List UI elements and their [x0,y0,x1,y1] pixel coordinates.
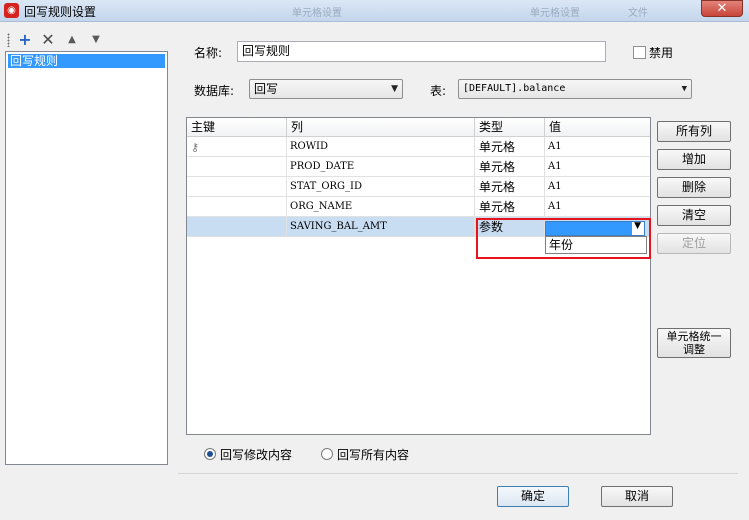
close-icon: ✕ [716,1,728,16]
locate-button[interactable]: 定位 [657,233,731,254]
title-bar: ◉ 回写规则设置 单元格设置 单元格设置 文件 ✕ [0,0,749,22]
toolbar-grip-icon [7,33,10,47]
writeback-all-radio[interactable] [321,448,333,460]
unify-cell-button-line2: 调整 [683,343,705,356]
type-cell[interactable]: 单元格 [475,137,545,157]
chevron-down-icon: ▼ [681,84,687,94]
ok-button[interactable]: 确定 [497,486,569,507]
writeback-modified-radio[interactable] [204,448,216,460]
table-select-value: [DEFAULT].balance [463,83,566,94]
delete-button[interactable]: 删除 [657,177,731,198]
cancel-button[interactable]: 取消 [601,486,673,507]
column-header-key[interactable]: 主键 [187,118,287,137]
key-cell[interactable] [187,217,287,237]
x-icon[interactable]: ✕ [39,31,57,49]
key-cell[interactable] [187,177,287,197]
disable-label: 禁用 [649,46,674,60]
unify-cell-button[interactable]: 单元格统一 调整 [657,328,731,358]
rule-list-item[interactable]: 回写规则 [8,54,165,68]
app-icon: ◉ [4,3,19,18]
field-mapping-table[interactable]: 主键 列 类型 值 ⚷ ROWID 单元格 A1 PROD_DATE 单元格 A… [186,117,651,435]
triangle-down-icon[interactable]: ▼ [87,31,105,49]
all-columns-button[interactable]: 所有列 [657,121,731,142]
background-tab-1: 单元格设置 [292,8,342,19]
column-header-type[interactable]: 类型 [475,118,545,137]
footer-divider [178,473,738,474]
value-cell[interactable]: A1 [545,177,650,197]
window-title: 回写规则设置 [24,5,97,19]
plus-icon[interactable]: + [16,31,34,49]
disable-checkbox[interactable] [633,46,646,59]
column-header-value[interactable]: 值 [545,118,650,137]
column-cell[interactable]: ROWID [287,137,475,157]
key-icon: ⚷ [191,141,200,154]
add-button[interactable]: 增加 [657,149,731,170]
background-tab-3: 文件 [628,8,648,19]
value-cell[interactable]: A1 [545,197,650,217]
highlight-box [476,218,651,259]
value-cell[interactable]: A1 [545,137,650,157]
column-cell[interactable]: PROD_DATE [287,157,475,177]
column-cell[interactable]: SAVING_BAL_AMT [287,217,475,237]
table-select[interactable]: [DEFAULT].balance ▼ [458,79,692,99]
value-cell[interactable]: A1 [545,157,650,177]
name-input[interactable]: 回写规则 [237,41,606,62]
close-button[interactable]: ✕ [701,0,743,17]
triangle-up-icon[interactable]: ▲ [63,31,81,49]
type-cell[interactable]: 单元格 [475,177,545,197]
unify-cell-button-line1: 单元格统一 [666,330,722,343]
writeback-all-label[interactable]: 回写所有内容 [337,446,409,463]
type-cell[interactable]: 单元格 [475,157,545,177]
key-cell[interactable] [187,157,287,177]
database-select-value: 回写 [254,82,279,96]
name-label: 名称: [194,46,223,60]
table-label: 表: [430,84,447,98]
rule-list[interactable]: 回写规则 [5,51,168,465]
clear-button[interactable]: 清空 [657,205,731,226]
database-label: 数据库: [194,84,235,98]
column-header-column[interactable]: 列 [287,118,475,137]
key-cell[interactable]: ⚷ [187,137,287,157]
database-select[interactable]: 回写 ▼ [249,79,403,99]
background-tab-2: 单元格设置 [530,8,580,19]
rule-list-toolbar: + ✕ ▲ ▼ [5,30,165,50]
chevron-down-icon: ▼ [391,84,398,94]
type-cell[interactable]: 单元格 [475,197,545,217]
column-cell[interactable]: ORG_NAME [287,197,475,217]
column-cell[interactable]: STAT_ORG_ID [287,177,475,197]
writeback-modified-label[interactable]: 回写修改内容 [220,446,292,463]
key-cell[interactable] [187,197,287,217]
